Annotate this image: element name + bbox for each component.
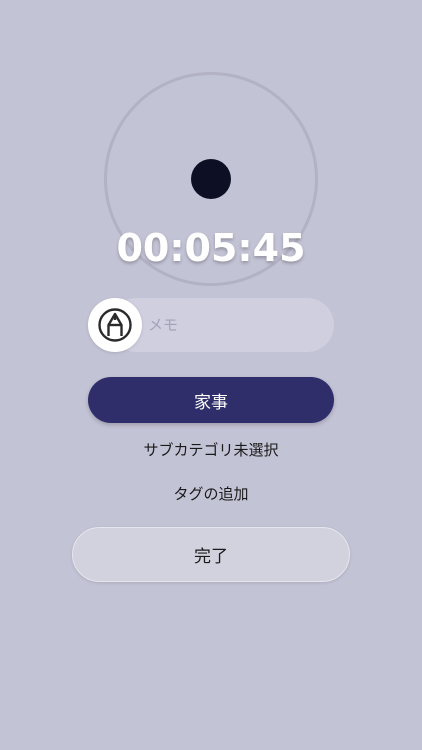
done-button[interactable]: 完了 [72, 527, 350, 582]
category-button[interactable]: 家事 [88, 377, 334, 423]
memo-field[interactable] [110, 298, 334, 352]
add-tag-button[interactable]: タグの追加 [0, 483, 422, 504]
elapsed-time-display: 00:05:45 [116, 226, 306, 270]
timer-dial-indicator-dot [191, 159, 231, 199]
pen-icon [98, 308, 132, 342]
memo-input[interactable] [148, 298, 324, 352]
pen-badge [88, 298, 142, 352]
subcategory-selector[interactable]: サブカテゴリ未選択 [0, 439, 422, 460]
